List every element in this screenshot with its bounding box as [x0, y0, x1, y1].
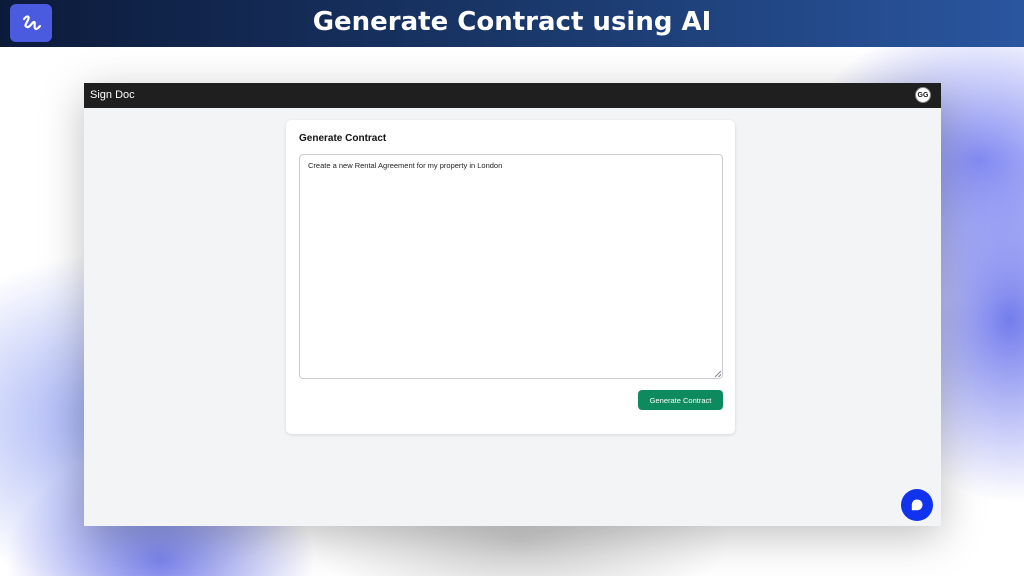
chat-bubble-icon: [911, 499, 923, 511]
prompt-textarea[interactable]: Create a new Rental Agreement for my pro…: [299, 154, 723, 379]
card-title: Generate Contract: [299, 133, 387, 144]
app-name[interactable]: Sign Doc: [90, 83, 135, 108]
prompt-text: Create a new Rental Agreement for my pro…: [308, 161, 503, 170]
generate-contract-button[interactable]: Generate Contract: [638, 390, 723, 410]
resize-handle-icon[interactable]: [715, 371, 721, 377]
top-banner: Generate Contract using AI: [0, 0, 1024, 47]
chat-widget-button[interactable]: [901, 489, 933, 521]
app-window: Sign Doc GG Generate Contract Create a n…: [84, 83, 941, 526]
generate-contract-card: Generate Contract Create a new Rental Ag…: [286, 120, 735, 434]
app-header: Sign Doc GG: [84, 83, 941, 108]
banner-title: Generate Contract using AI: [312, 7, 712, 37]
avatar[interactable]: GG: [915, 87, 931, 103]
